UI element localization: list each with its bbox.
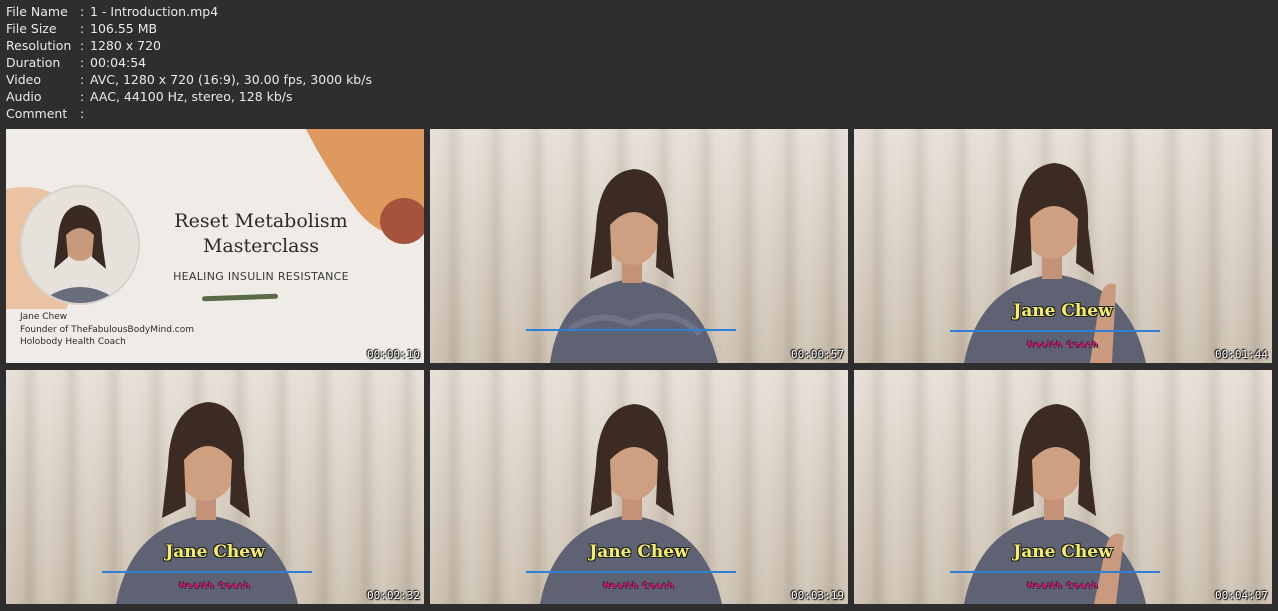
file-info-value: 106.55 MB	[90, 21, 158, 36]
lower-third-name: Jane Chew	[1013, 542, 1113, 562]
lower-third-line	[102, 571, 312, 573]
file-info-row: Video: AVC, 1280 x 720 (16:9), 30.00 fps,…	[6, 71, 372, 88]
timecode: 00:00:57	[791, 348, 844, 361]
slide-title: Reset Metabolism Masterclass	[156, 209, 366, 259]
file-info-panel: File Name:1 - Introduction.mp4 File Size…	[6, 3, 372, 122]
file-info-separator: :	[80, 21, 85, 36]
thumbnail-3[interactable]: Jane Chew Health Coach 00:01:44	[854, 129, 1272, 363]
timecode: 00:04:07	[1215, 589, 1268, 602]
file-info-row: File Size:106.55 MB	[6, 20, 372, 37]
timecode: 00:00:10	[367, 348, 420, 361]
presenter-name: Jane Chew	[20, 312, 68, 322]
presenter-figure	[964, 404, 1146, 604]
slide-title-line: Reset Metabolism	[174, 210, 348, 232]
presenter-figure	[964, 163, 1146, 363]
file-info-label: File Size	[6, 21, 57, 36]
lower-third-role: Health Coach	[1027, 340, 1099, 349]
lower-third-role: Health Coach	[179, 581, 251, 590]
thumbnail-2[interactable]: 00:00:57	[430, 129, 848, 363]
presenter-figure	[550, 169, 718, 363]
slide-presenter-info: Jane Chew Founder of TheFabulousBodyMind…	[20, 311, 194, 349]
presenter-figure	[540, 404, 722, 604]
file-info-value: AVC, 1280 x 720 (16:9), 30.00 fps, 3000 …	[90, 72, 372, 87]
timecode: 00:02:32	[367, 589, 420, 602]
lower-third-line	[526, 571, 736, 573]
thumbnail-1[interactable]: Reset Metabolism Masterclass HEALING INSU…	[6, 129, 424, 363]
lower-third-line	[526, 329, 736, 331]
file-info-row: Comment:	[6, 105, 372, 122]
presenter-role: Holobody Health Coach	[20, 337, 126, 347]
file-info-separator: :	[80, 72, 85, 87]
lower-third-line	[950, 330, 1160, 332]
file-info-row: Duration:00:04:54	[6, 54, 372, 71]
presenter-role: Founder of TheFabulousBodyMind.com	[20, 324, 195, 335]
timecode: 00:01:44	[1215, 348, 1268, 361]
lower-third-role: Health Coach	[603, 581, 675, 590]
file-info-value: 1280 x 720	[90, 38, 162, 53]
slide-subtitle: HEALING INSULIN RESISTANCE	[173, 270, 349, 283]
file-info-separator: :	[80, 106, 85, 121]
timecode: 00:03:19	[791, 589, 844, 602]
lower-third-name: Jane Chew	[165, 542, 265, 562]
thumbnail-5[interactable]: Jane Chew Health Coach 00:03:19	[430, 370, 848, 604]
file-info-value: 00:04:54	[90, 55, 147, 70]
file-info-label: Comment	[6, 106, 68, 121]
thumbnail-6[interactable]: Jane Chew Health Coach 00:04:07	[854, 370, 1272, 604]
thumbnail-4[interactable]: Jane Chew Health Coach 00:02:32	[6, 370, 424, 604]
file-info-row: Audio: AAC, 44100 Hz, stereo, 128 kb/s	[6, 88, 372, 105]
file-info-label: Duration	[6, 55, 61, 70]
lower-third-line	[950, 571, 1160, 573]
lower-third-name: Jane Chew	[1013, 301, 1113, 321]
file-info-value: 1 - Introduction.mp4	[90, 4, 219, 19]
file-info-value: AAC, 44100 Hz, stereo, 128 kb/s	[90, 89, 293, 104]
file-info-row: Resolution:1280 x 720	[6, 37, 372, 54]
file-info-separator: :	[80, 38, 85, 53]
presenter-figure	[116, 402, 298, 604]
lower-third-name: Jane Chew	[589, 542, 689, 562]
file-info-separator: :	[80, 89, 85, 104]
file-info-label: File Name	[6, 4, 68, 19]
file-info-row: File Name:1 - Introduction.mp4	[6, 3, 372, 20]
file-info-label: Audio	[6, 89, 42, 104]
file-info-label: Resolution	[6, 38, 72, 53]
file-info-separator: :	[80, 4, 85, 19]
lower-third-role: Health Coach	[1027, 581, 1099, 590]
file-info-separator: :	[80, 55, 85, 70]
slide-title-line: Masterclass	[202, 235, 320, 257]
file-info-label: Video	[6, 72, 42, 87]
